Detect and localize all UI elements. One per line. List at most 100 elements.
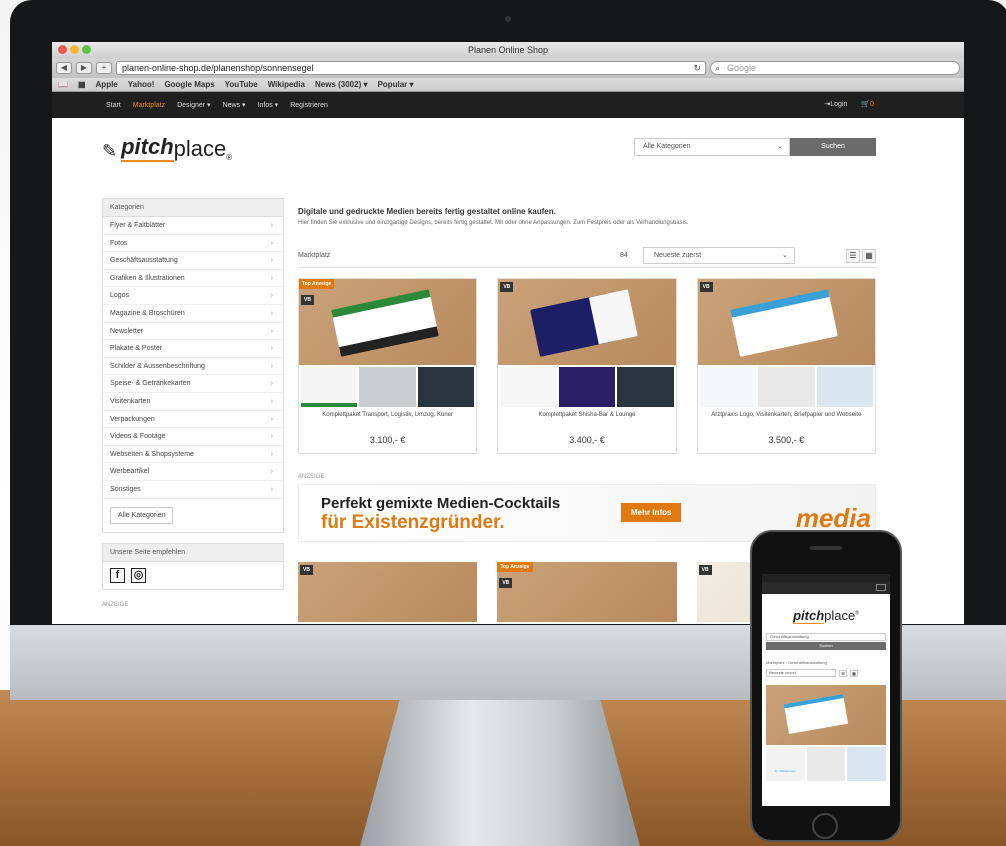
bookmark-item[interactable]: News (3002) ▾ (315, 80, 367, 89)
grid-view-icon[interactable]: ▦ (862, 248, 876, 263)
product-card[interactable]: Top Anzeige VB (497, 562, 677, 622)
sidebar-item-label: Schilder & Aussenbeschriftung (110, 362, 205, 370)
product-title: Komplettpaket Shisha-Bar & Lounge (538, 412, 636, 418)
zoom-icon[interactable] (82, 45, 91, 54)
sidebar-item[interactable]: Webseiten & Shopsysteme › (103, 446, 283, 464)
url-text: planen-online-shop.de/planenshop/sonnens… (122, 63, 314, 73)
phone-screen: pitchplace® Geschäftsausstattung Suchen … (762, 574, 890, 806)
hamburger-icon[interactable] (876, 584, 886, 591)
sidebar-item-label: Webseiten & Shopsysteme (110, 450, 194, 458)
nav-item-news[interactable]: News ▾ (223, 101, 246, 109)
bookmark-item[interactable]: Wikipedia (268, 80, 305, 89)
site-header: ✎ pitch place ® Alle Kategorien ⌄ Suchen (52, 118, 964, 188)
top-sites-icon[interactable]: ▦ (78, 80, 86, 89)
browser-search-field[interactable]: ⌕ Google (710, 61, 960, 75)
chevron-right-icon: › (270, 362, 273, 370)
sidebar-item[interactable]: Werbeartikel › (103, 463, 283, 481)
sidebar-item[interactable]: Visitenkarten › (103, 393, 283, 411)
minimize-icon[interactable] (70, 45, 79, 54)
bookmark-item[interactable]: Popular ▾ (377, 80, 413, 89)
nav-item-designer[interactable]: Designer ▾ (177, 101, 210, 109)
back-icon[interactable]: ◀ (56, 62, 72, 74)
category-select[interactable]: Alle Kategorien ⌄ (634, 138, 790, 156)
reading-list-icon[interactable]: 📖 (58, 80, 68, 89)
category-heading: Kategorien (103, 199, 283, 217)
product-card[interactable]: VB Komplettpaket Shisha-Bar & Lounge 3.4… (497, 278, 677, 454)
grid-view-icon[interactable]: ▦ (850, 669, 858, 677)
sidebar-item[interactable]: Logos › (103, 287, 283, 305)
sidebar-item-label: Sonstiges (110, 485, 141, 493)
product-title: Komplettpaket Transport, Logistik, Umzug… (322, 412, 454, 418)
sidebar-item[interactable]: Geschäftsausstattung › (103, 252, 283, 270)
sidebar-item[interactable]: Sonstiges › (103, 481, 283, 499)
sidebar-item[interactable]: Speise- & Getränkekarten › (103, 375, 283, 393)
nav-item-start[interactable]: Start (106, 102, 121, 109)
window-title: Planen Online Shop (467, 45, 549, 55)
phone-search-button[interactable]: Suchen (766, 642, 886, 650)
sidebar-item[interactable]: Flyer & Faltblätter › (103, 217, 283, 235)
product-card[interactable]: VB Arztpraxis Logo, Visitenkarten, Brief… (696, 278, 876, 454)
nav-item-infos[interactable]: Infos ▾ (258, 101, 279, 109)
list-view-icon[interactable]: ☰ (839, 669, 847, 677)
top-badge: Top Anzeige (497, 562, 533, 572)
product-card[interactable]: VB (298, 562, 478, 622)
result-count: 84 (620, 252, 628, 259)
sidebar-item[interactable]: Videos & Footage › (103, 428, 283, 446)
url-field[interactable]: planen-online-shop.de/planenshop/sonnens… (116, 61, 706, 75)
thumbnail (301, 367, 358, 407)
category-select-value: Alle Kategorien (643, 143, 691, 150)
sidebar-item[interactable]: Plakate & Poster › (103, 340, 283, 358)
chevron-right-icon: › (270, 450, 273, 458)
thumbnail (558, 367, 616, 407)
thumbnail (816, 367, 873, 407)
bookmark-item[interactable]: Google Maps (164, 80, 214, 89)
thumbnail (417, 367, 475, 407)
all-categories-button[interactable]: Alle Kategorien (110, 506, 174, 524)
close-icon[interactable] (58, 45, 67, 54)
product-card[interactable]: Top Anzeige VB Komplettpaket Transport, … (298, 278, 478, 454)
bookmarks-bar: 📖 ▦ Apple Yahoo! Google Maps YouTube Wik… (52, 78, 964, 92)
phone-product-image[interactable] (766, 685, 886, 745)
sidebar-item-label: Plakate & Poster (110, 345, 163, 353)
sidebar-item[interactable]: Grafiken & Illustrationen › (103, 270, 283, 288)
login-link[interactable]: ⇥Login (824, 92, 847, 118)
forward-icon[interactable]: ▶ (76, 62, 92, 74)
browser-titlebar: Planen Online Shop (52, 42, 964, 58)
chevron-right-icon: › (270, 485, 273, 493)
bookmark-item[interactable]: Apple (96, 80, 118, 89)
sort-select-value: Neueste zuerst (654, 252, 702, 259)
nav-item-marktplatz[interactable]: Marktplatz (133, 102, 165, 109)
phone-logo[interactable]: pitchplace® (762, 608, 890, 624)
thumbnail (500, 367, 557, 407)
reload-icon[interactable]: ↻ (693, 62, 701, 74)
chevron-right-icon: › (270, 433, 273, 441)
bookmark-item[interactable]: YouTube (225, 80, 258, 89)
sidebar-item[interactable]: Newsletter › (103, 323, 283, 341)
speaker-icon (810, 546, 842, 550)
search-button[interactable]: Suchen (790, 138, 876, 156)
sidebar-item[interactable]: Magazine & Broschüren › (103, 305, 283, 323)
pitchplace-logo[interactable]: ✎ pitch place ® (102, 134, 232, 162)
nav-item-registrieren[interactable]: Registrieren (290, 102, 328, 109)
sidebar-item[interactable]: Verpackungen › (103, 411, 283, 429)
sidebar-item[interactable]: Schilder & Aussenbeschriftung › (103, 358, 283, 376)
add-bookmark-icon[interactable]: + (96, 62, 112, 74)
home-button[interactable] (812, 813, 838, 839)
list-view-icon[interactable]: ☰ (846, 248, 860, 263)
product-price: 3.400,- € (569, 435, 605, 445)
more-info-button[interactable]: Mehr Infos (621, 503, 682, 522)
page-subline: Hier finden Sie exklusive und einzigarti… (298, 220, 689, 226)
phone-sort-select[interactable]: Neueste zuerst (766, 669, 836, 677)
cart-link[interactable]: 🛒0 (861, 92, 874, 118)
phone-category-select[interactable]: Geschäftsausstattung (766, 633, 886, 641)
sort-select[interactable]: Neueste zuerst ⌄ (643, 247, 795, 264)
bookmark-item[interactable]: Yahoo! (128, 80, 155, 89)
sidebar-item[interactable]: Fotos › (103, 235, 283, 253)
instagram-icon[interactable]: ◎ (131, 567, 146, 583)
facebook-icon[interactable]: f (110, 567, 125, 583)
thumbnail: Dr. Mustermann (766, 747, 805, 781)
filter-bar: Marktplatz 84 Neueste zuerst ⌄ ☰ ▦ (298, 247, 876, 268)
site-navbar: Start Marktplatz Designer ▾ News ▾ Infos… (52, 92, 964, 118)
product-price: 3.100,- € (369, 435, 406, 445)
product-image: VB (498, 279, 676, 365)
